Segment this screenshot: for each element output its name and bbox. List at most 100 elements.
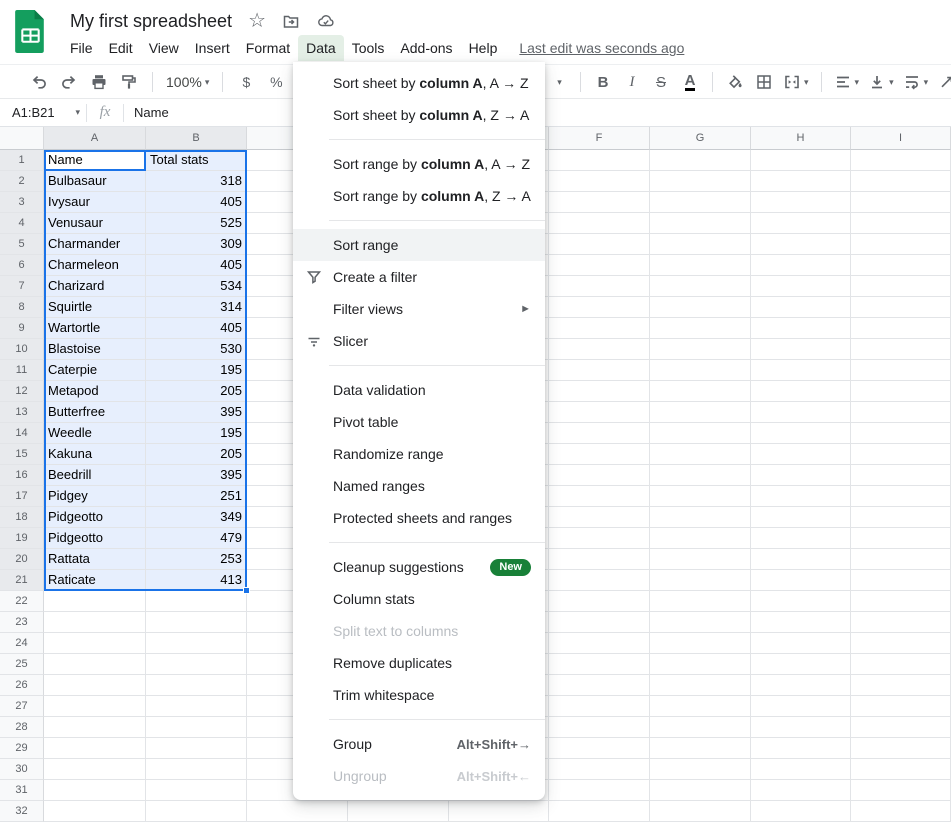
cell-B14[interactable]: 195 (146, 423, 247, 444)
cell-B2[interactable]: 318 (146, 171, 247, 192)
cell-H21[interactable] (751, 570, 851, 591)
row-header-5[interactable]: 5 (0, 234, 44, 255)
cell-F17[interactable] (549, 486, 650, 507)
select-all-corner[interactable] (0, 127, 44, 150)
cell-F7[interactable] (549, 276, 650, 297)
cell-G32[interactable] (650, 801, 751, 822)
cell-I8[interactable] (851, 297, 951, 318)
cell-B21[interactable]: 413 (146, 570, 247, 591)
menubar-item-addons[interactable]: Add-ons (392, 35, 460, 61)
cell-G22[interactable] (650, 591, 751, 612)
cell-F28[interactable] (549, 717, 650, 738)
cell-I29[interactable] (851, 738, 951, 759)
cell-H6[interactable] (751, 255, 851, 276)
sheets-logo-icon[interactable] (13, 9, 48, 59)
cell-A4[interactable]: Venusaur (44, 213, 146, 234)
cell-F25[interactable] (549, 654, 650, 675)
menu-item-group[interactable]: GroupAlt+Shift+→ (293, 728, 545, 760)
cell-I7[interactable] (851, 276, 951, 297)
row-header-29[interactable]: 29 (0, 738, 44, 759)
menubar-item-file[interactable]: File (62, 35, 101, 61)
column-header-f[interactable]: F (549, 127, 650, 150)
row-header-8[interactable]: 8 (0, 297, 44, 318)
name-box[interactable]: A1:B21 ▾ (0, 105, 86, 120)
row-header-17[interactable]: 17 (0, 486, 44, 507)
cell-G5[interactable] (650, 234, 751, 255)
cell-G24[interactable] (650, 633, 751, 654)
text-wrapping-button[interactable]: ▾ (900, 69, 932, 95)
format-as-currency-button[interactable]: $ (233, 69, 259, 95)
cell-G20[interactable] (650, 549, 751, 570)
cell-A10[interactable]: Blastoise (44, 339, 146, 360)
cell-G10[interactable] (650, 339, 751, 360)
cell-I30[interactable] (851, 759, 951, 780)
cell-I11[interactable] (851, 360, 951, 381)
cell-F21[interactable] (549, 570, 650, 591)
row-header-24[interactable]: 24 (0, 633, 44, 654)
cell-A32[interactable] (44, 801, 146, 822)
cell-F30[interactable] (549, 759, 650, 780)
column-header-h[interactable]: H (751, 127, 851, 150)
row-header-13[interactable]: 13 (0, 402, 44, 423)
cell-B9[interactable]: 405 (146, 318, 247, 339)
cell-A7[interactable]: Charizard (44, 276, 146, 297)
row-header-18[interactable]: 18 (0, 507, 44, 528)
cell-H32[interactable] (751, 801, 851, 822)
cell-F32[interactable] (549, 801, 650, 822)
cell-I32[interactable] (851, 801, 951, 822)
cell-G21[interactable] (650, 570, 751, 591)
cell-A14[interactable]: Weedle (44, 423, 146, 444)
cell-A20[interactable]: Rattata (44, 549, 146, 570)
row-header-12[interactable]: 12 (0, 381, 44, 402)
cell-H9[interactable] (751, 318, 851, 339)
name-box-caret-icon[interactable]: ▾ (75, 107, 80, 118)
cell-G19[interactable] (650, 528, 751, 549)
cell-G9[interactable] (650, 318, 751, 339)
vertical-align-button[interactable]: ▾ (865, 69, 897, 95)
cell-I21[interactable] (851, 570, 951, 591)
menubar-item-data[interactable]: Data (298, 35, 344, 61)
cell-A21[interactable]: Raticate (44, 570, 146, 591)
menu-item-create-a-filter[interactable]: Create a filter (293, 261, 545, 293)
last-edit-link[interactable]: Last edit was seconds ago (519, 40, 684, 56)
cell-H10[interactable] (751, 339, 851, 360)
bold-button[interactable]: B (590, 69, 616, 95)
row-header-10[interactable]: 10 (0, 339, 44, 360)
cell-D32[interactable] (348, 801, 449, 822)
cell-G15[interactable] (650, 444, 751, 465)
cell-I20[interactable] (851, 549, 951, 570)
cell-H28[interactable] (751, 717, 851, 738)
column-header-b[interactable]: B (146, 127, 247, 150)
row-header-14[interactable]: 14 (0, 423, 44, 444)
cell-C32[interactable] (247, 801, 348, 822)
cell-F10[interactable] (549, 339, 650, 360)
horizontal-align-button[interactable]: ▾ (831, 69, 863, 95)
cell-A28[interactable] (44, 717, 146, 738)
menu-item-column-stats[interactable]: Column stats (293, 583, 545, 615)
row-header-21[interactable]: 21 (0, 570, 44, 591)
paint-format-button[interactable] (116, 69, 142, 95)
cell-H24[interactable] (751, 633, 851, 654)
cell-I14[interactable] (851, 423, 951, 444)
cell-I19[interactable] (851, 528, 951, 549)
row-header-27[interactable]: 27 (0, 696, 44, 717)
menubar-item-edit[interactable]: Edit (101, 35, 141, 61)
cell-F16[interactable] (549, 465, 650, 486)
menu-item-trim-whitespace[interactable]: Trim whitespace (293, 679, 545, 711)
cell-H8[interactable] (751, 297, 851, 318)
cell-A17[interactable]: Pidgey (44, 486, 146, 507)
cell-I31[interactable] (851, 780, 951, 801)
cell-A1[interactable]: Name (44, 150, 146, 171)
cell-I10[interactable] (851, 339, 951, 360)
menu-item-named-ranges[interactable]: Named ranges (293, 470, 545, 502)
cell-B1[interactable]: Total stats (146, 150, 247, 171)
font-size-dropdown-button[interactable]: ▾ (545, 69, 571, 95)
row-header-6[interactable]: 6 (0, 255, 44, 276)
row-header-26[interactable]: 26 (0, 675, 44, 696)
row-header-2[interactable]: 2 (0, 171, 44, 192)
cell-A16[interactable]: Beedrill (44, 465, 146, 486)
row-header-7[interactable]: 7 (0, 276, 44, 297)
cell-F9[interactable] (549, 318, 650, 339)
cell-A19[interactable]: Pidgeotto (44, 528, 146, 549)
cell-H4[interactable] (751, 213, 851, 234)
